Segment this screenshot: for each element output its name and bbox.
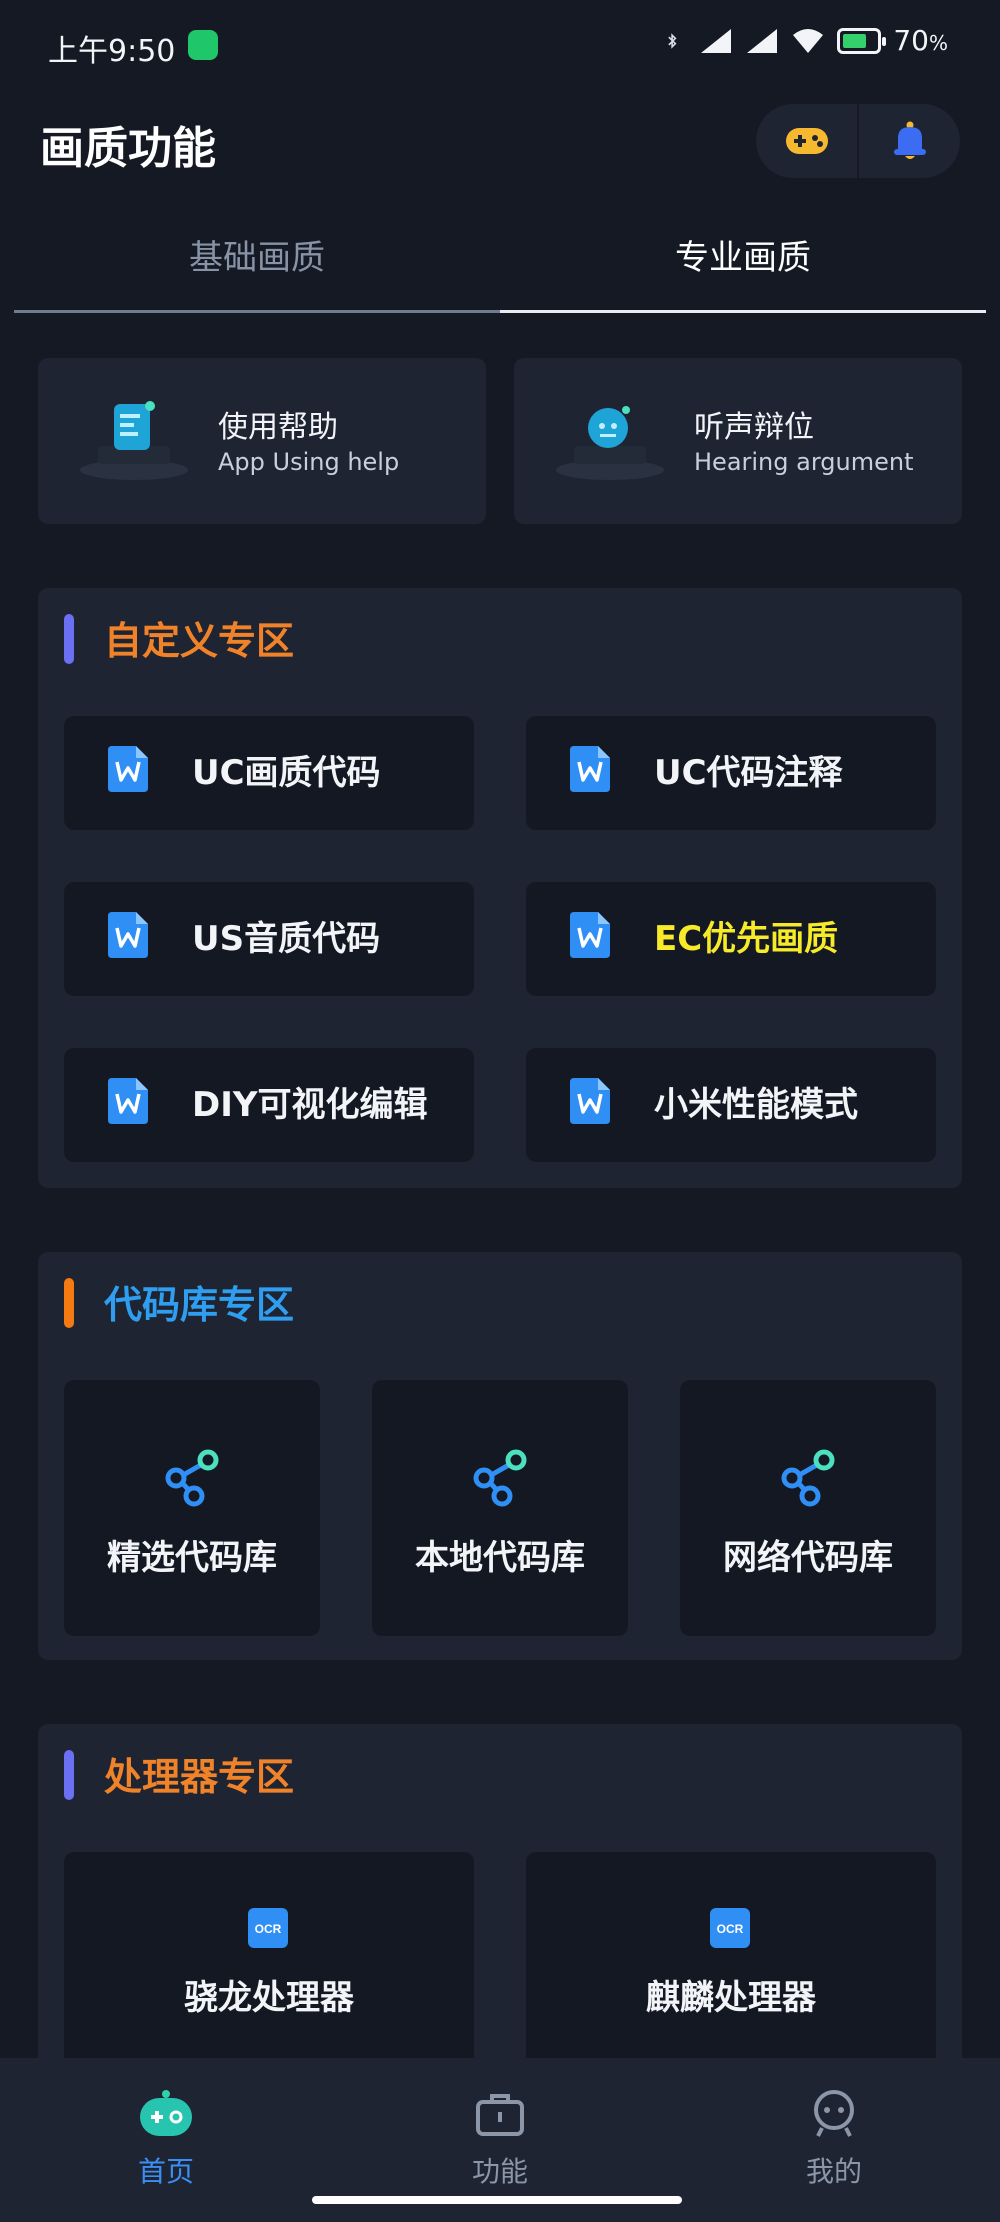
nav-home[interactable]: 首页 (66, 2088, 266, 2190)
cell-label: DIY可视化编辑 (192, 1085, 428, 1125)
game-button[interactable] (756, 104, 857, 178)
ocr-icon: OCR (248, 1908, 288, 1948)
status-bar: 上午9:50 70% (0, 0, 1000, 92)
header-actions (756, 104, 960, 178)
nav-label: 我的 (805, 2155, 862, 2188)
page-title: 画质功能 (40, 123, 216, 174)
robot-face-icon (814, 2090, 854, 2137)
code-library-section: 代码库专区 精选代码库 本地代码库 网络代码库 (38, 1252, 962, 1660)
share-icon (781, 1449, 835, 1507)
wifi-icon (793, 28, 824, 53)
cell-label: 小米性能模式 (654, 1085, 858, 1125)
doc-w-icon (570, 746, 610, 792)
share-icon (165, 1449, 219, 1507)
app-notification-icon (188, 30, 218, 60)
help-card-title: 听声辩位 (694, 410, 814, 445)
gamepad-bot-icon (140, 2090, 192, 2136)
ec-priority-quality-button[interactable]: EC优先画质 (526, 882, 936, 996)
cell-label: 精选代码库 (107, 1538, 277, 1578)
uc-code-notes-button[interactable]: UC代码注释 (526, 716, 936, 830)
snapdragon-processor-button[interactable]: OCR 骁龙处理器 (64, 1852, 474, 2072)
share-icon (473, 1449, 527, 1507)
section-accent-bar (64, 614, 74, 664)
cell-label: 网络代码库 (723, 1538, 893, 1578)
help-card-subtitle: Hearing argument (694, 448, 914, 476)
doc-w-icon (108, 912, 148, 958)
cell-label: US音质代码 (192, 919, 381, 959)
signal-1-icon (701, 28, 732, 53)
xiaomi-performance-button[interactable]: 小米性能模式 (526, 1048, 936, 1162)
us-audio-code-button[interactable]: US音质代码 (64, 882, 474, 996)
briefcase-icon (476, 2094, 524, 2136)
section-accent-bar (64, 1750, 74, 1800)
signal-2-icon (747, 28, 778, 53)
help-card-hearing[interactable]: 听声辩位 Hearing argument (514, 358, 962, 524)
doc-w-icon (108, 746, 148, 792)
custom-section: 自定义专区 UC画质代码 UC代码注释 US音质代码 EC优先画质 DIY可视化… (38, 588, 962, 1188)
cell-label: 骁龙处理器 (184, 1978, 354, 2018)
quality-tabs: 基础画质 专业画质 (14, 220, 986, 313)
doc-w-icon (108, 1078, 148, 1124)
help-card-title: 使用帮助 (218, 410, 338, 445)
nav-label: 功能 (471, 2155, 528, 2188)
cell-label: UC代码注释 (654, 753, 843, 793)
cell-label: 本地代码库 (415, 1538, 585, 1578)
featured-library-button[interactable]: 精选代码库 (64, 1380, 320, 1636)
section-title: 处理器专区 (104, 1755, 295, 1799)
svg-text:OCR: OCR (717, 1922, 744, 1936)
nav-functions[interactable]: 功能 (400, 2088, 600, 2190)
status-time: 上午9:50 (48, 34, 176, 69)
tab-basic-quality[interactable]: 基础画质 (14, 220, 500, 313)
section-title: 代码库专区 (104, 1283, 295, 1327)
network-library-button[interactable]: 网络代码库 (680, 1380, 936, 1636)
svg-text:OCR: OCR (255, 1922, 282, 1936)
notification-button[interactable] (859, 104, 960, 178)
cell-label: UC画质代码 (192, 753, 381, 793)
cell-label: EC优先画质 (654, 919, 839, 959)
battery-percent: 70% (893, 24, 948, 57)
help-card-subtitle: App Using help (218, 448, 400, 476)
gamepad-icon (785, 128, 828, 154)
bluetooth-icon (668, 32, 677, 49)
battery-icon (837, 27, 887, 54)
app-header: 画质功能 (0, 100, 1000, 200)
nav-label: 首页 (137, 2155, 194, 2188)
diy-visual-editor-button[interactable]: DIY可视化编辑 (64, 1048, 474, 1162)
status-indicators: 70% (665, 24, 948, 57)
section-title: 自定义专区 (104, 619, 295, 663)
uc-quality-code-button[interactable]: UC画质代码 (64, 716, 474, 830)
cell-label: 麒麟处理器 (646, 1978, 816, 2018)
tab-pro-quality[interactable]: 专业画质 (500, 220, 986, 313)
doc-w-icon (570, 1078, 610, 1124)
kirin-processor-button[interactable]: OCR 麒麟处理器 (526, 1852, 936, 2072)
section-accent-bar (64, 1278, 74, 1328)
help-card-usage[interactable]: 使用帮助 App Using help (38, 358, 486, 524)
doc-w-icon (570, 912, 610, 958)
home-indicator[interactable] (312, 2196, 682, 2204)
bell-icon (893, 121, 926, 159)
nav-mine[interactable]: 我的 (734, 2088, 934, 2190)
ocr-icon: OCR (710, 1908, 750, 1948)
headset-illustration-icon (556, 406, 664, 480)
document-illustration-icon (80, 401, 188, 480)
local-library-button[interactable]: 本地代码库 (372, 1380, 628, 1636)
